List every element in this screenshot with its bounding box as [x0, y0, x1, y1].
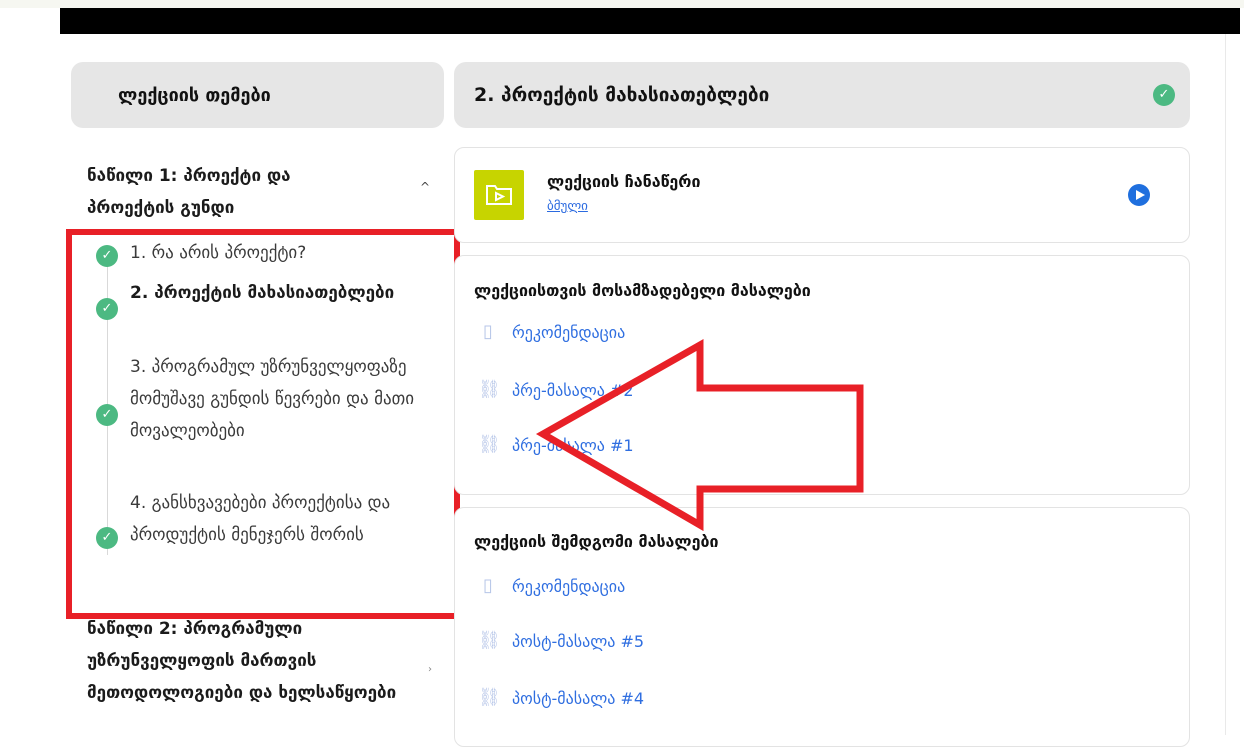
link-icon: ⛓	[478, 687, 501, 708]
content-border	[1225, 34, 1226, 735]
pre-materials-title: ლექციისთვის მოსამზადებელი მასალები	[474, 281, 811, 300]
play-icon[interactable]	[1128, 184, 1150, 206]
material-label: პოსტ-მასალა #4	[512, 688, 645, 708]
video-link[interactable]: ბმული	[547, 199, 588, 214]
post-material-recommendation[interactable]: ▯ რეკომენდაცია	[478, 576, 625, 596]
highlight-box	[66, 229, 460, 619]
post-materials-title: ლექციის შემდგომი მასალები	[474, 532, 719, 551]
material-label: რეკომენდაცია	[512, 322, 626, 342]
material-label: პრე-მასალა #2	[512, 380, 634, 400]
video-title: ლექციის ჩანაწერი	[547, 172, 701, 191]
lesson-header: 2. პროექტის მახასიათებლები	[454, 62, 1190, 128]
material-label: რეკომენდაცია	[512, 576, 626, 596]
lecture-topics-title: ლექციის თემები	[118, 84, 271, 106]
section-2-title[interactable]: ნაწილი 2: პროგრამული უზრუნველყოფის მართვ…	[87, 613, 417, 709]
video-card	[454, 147, 1190, 243]
link-icon: ⛓	[478, 434, 501, 455]
post-material-4[interactable]: ⛓ პოსტ-მასალა #4	[478, 688, 644, 708]
pre-material-1[interactable]: ⛓ პრე-მასალა #1	[478, 435, 634, 455]
link-icon: ⛓	[478, 630, 501, 651]
material-label: პოსტ-მასალა #5	[512, 631, 645, 651]
link-icon: ⛓	[478, 379, 501, 400]
top-strip	[0, 0, 1244, 8]
video-folder-icon	[474, 170, 524, 220]
book-icon: ▯	[483, 575, 493, 596]
lecture-topics-header: ლექციის თემები	[71, 62, 444, 128]
pre-material-recommendation[interactable]: ▯ რეკომენდაცია	[478, 322, 625, 342]
post-material-5[interactable]: ⛓ პოსტ-მასალა #5	[478, 631, 644, 651]
chevron-up-icon[interactable]: ^	[420, 180, 430, 194]
header-bar	[60, 8, 1240, 34]
pre-material-2[interactable]: ⛓ პრე-მასალა #2	[478, 380, 634, 400]
material-label: პრე-მასალა #1	[512, 435, 634, 455]
chevron-right-icon[interactable]: ›	[428, 664, 432, 675]
lesson-title: 2. პროექტის მახასიათებლები	[474, 84, 770, 106]
book-icon: ▯	[483, 321, 493, 342]
check-icon: ✓	[1153, 84, 1175, 106]
section-1-title[interactable]: ნაწილი 1: პროექტი და პროექტის გუნდი	[87, 160, 377, 224]
